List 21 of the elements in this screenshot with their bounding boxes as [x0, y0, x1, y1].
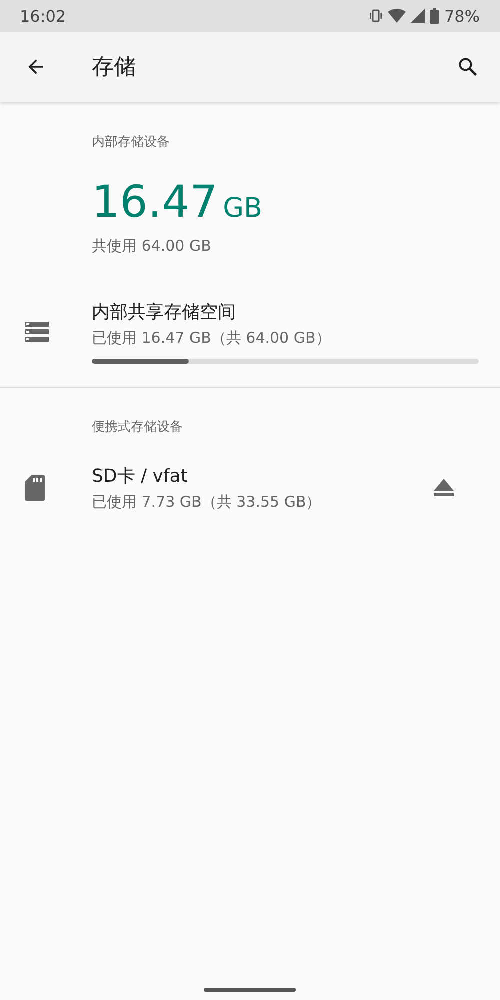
search-icon [457, 56, 479, 78]
storage-icon [25, 322, 49, 342]
page-title: 存储 [92, 54, 136, 82]
total-usage: 共使用 64.00 GB [92, 237, 212, 256]
wifi-icon [388, 9, 406, 23]
item-subtitle: 已使用 7.73 GB（共 33.55 GB） [92, 493, 322, 512]
storage-item[interactable]: SD卡 / vfat 已使用 7.73 GB（共 33.55 GB） [0, 464, 500, 512]
eject-icon [434, 479, 454, 497]
vibrate-icon [369, 9, 384, 23]
signal-icon [411, 9, 426, 23]
section-header: 便携式存储设备 [92, 419, 184, 436]
storage-item[interactable]: 内部共享存储空间 已使用 16.47 GB（共 64.00 GB） [0, 300, 500, 364]
used-amount: 16.47 GB [92, 181, 264, 225]
section-header: 内部存储设备 [92, 134, 171, 151]
sd-card-icon [25, 475, 45, 501]
item-subtitle: 已使用 16.47 GB（共 64.00 GB） [92, 329, 332, 348]
status-time: 16:02 [20, 6, 66, 26]
item-title: SD卡 / vfat [92, 465, 189, 488]
battery-percent: 78% [444, 6, 480, 26]
item-title: 内部共享存储空间 [92, 301, 237, 324]
battery-icon [430, 8, 440, 24]
